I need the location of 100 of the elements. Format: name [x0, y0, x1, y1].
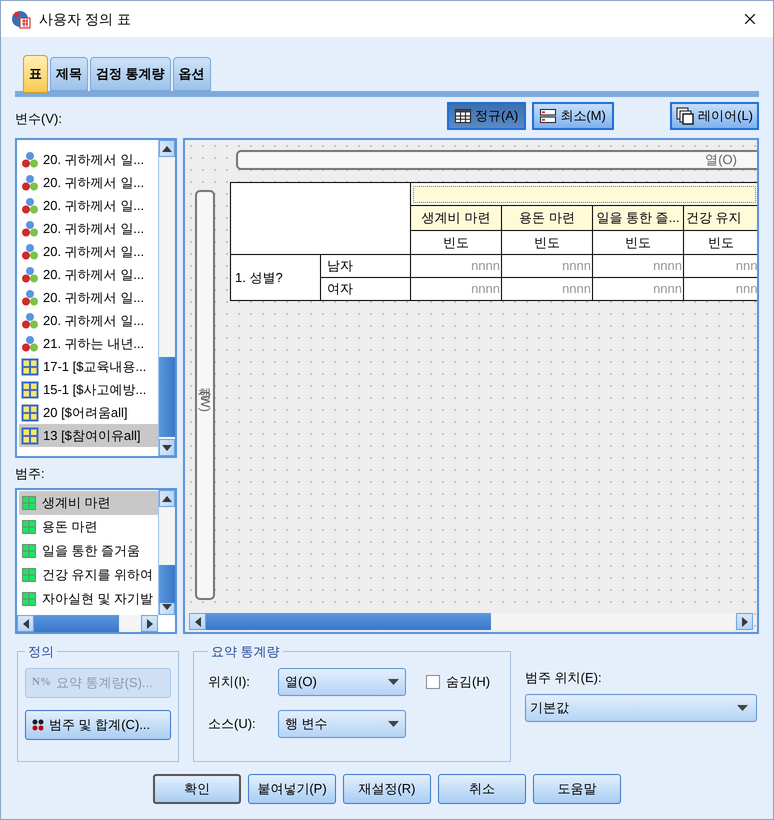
category-item[interactable]: 자아실현 및 자기발 [19, 587, 158, 611]
variable-item[interactable]: 17-1 [$교육내용... [19, 355, 158, 378]
table-cell: nnnn [502, 278, 592, 300]
table-cell: nnnn [410, 254, 502, 278]
tab[interactable]: 표 [23, 55, 48, 93]
variable-item[interactable]: 20 [$어려움all] [19, 401, 158, 424]
category-icon [22, 544, 36, 558]
tab[interactable]: 검정 통계량 [90, 57, 171, 91]
layers-icon [676, 107, 694, 125]
scrollbar[interactable] [158, 140, 175, 456]
nominal-variable-icon [21, 150, 39, 168]
variable-item[interactable]: 20. 귀하께서 일... [19, 148, 158, 171]
table-cell: nnnn [410, 278, 502, 300]
row-drop-zone[interactable]: 행(W) [195, 190, 215, 600]
nominal-variable-icon [21, 334, 39, 352]
group-title: 요약 통계량 [210, 643, 281, 661]
variables-label: 변수(V): [15, 110, 62, 128]
category-item[interactable]: 건강 유지를 위하여 [19, 563, 158, 587]
hide-label: 숨김(H) [446, 672, 490, 691]
app-icon [11, 9, 31, 29]
view-button[interactable]: 최소(M) [532, 102, 614, 130]
scrollbar[interactable] [158, 490, 175, 615]
statistic-header: 빈도 [502, 230, 592, 254]
position-dropdown[interactable]: 열(O) [278, 668, 406, 696]
nominal-variable-icon [21, 242, 39, 260]
right-arrow-icon [742, 616, 748, 626]
variable-item[interactable]: 20. 귀하께서 일... [19, 309, 158, 332]
scroll-thumb[interactable] [206, 613, 491, 630]
statistic-header: 빈도 [592, 230, 684, 254]
group-title: 정의 [27, 643, 55, 661]
window-title: 사용자 정의 표 [39, 10, 132, 28]
dots-icon [32, 718, 44, 730]
tab[interactable]: 제목 [50, 57, 88, 91]
caret-icon [388, 720, 399, 726]
scroll-thumb[interactable] [159, 565, 175, 603]
category-icon [22, 496, 36, 510]
category-item[interactable]: 생계비 마련 [19, 491, 158, 515]
category-position-dropdown[interactable]: 기본값 [525, 694, 757, 722]
table-cell: nnnn [592, 254, 684, 278]
nominal-variable-icon [21, 174, 39, 192]
source-label: 소스(U): [208, 714, 257, 733]
list-icon [540, 109, 556, 123]
hide-checkbox[interactable] [426, 674, 440, 688]
left-arrow-icon [22, 618, 28, 628]
caret-icon [737, 704, 748, 710]
variable-item[interactable]: 20. 귀하께서 일... [19, 286, 158, 309]
nominal-variable-icon [21, 196, 39, 214]
dialog-button[interactable]: 붙여넣기(P) [248, 774, 336, 804]
category-item[interactable]: 일을 통한 즐거움 [19, 539, 158, 563]
definition-button[interactable]: 범주 및 합계(C)... [25, 710, 171, 740]
category-header: 생계비 마련 [410, 206, 502, 230]
down-arrow-icon [162, 444, 172, 450]
column-drop-zone[interactable]: 열(O) [236, 150, 757, 170]
table-cell: nnnn [502, 254, 592, 278]
variable-item[interactable]: 20. 귀하께서 일... [19, 240, 158, 263]
dialog-button[interactable]: 취소 [438, 774, 526, 804]
scroll-thumb[interactable] [34, 615, 119, 632]
category-icon [22, 568, 36, 582]
variable-item[interactable]: 20. 귀하께서 일... [19, 263, 158, 286]
variable-item[interactable]: 20. 귀하께서 일... [19, 171, 158, 194]
dialog-button[interactable]: 재설정(R) [343, 774, 431, 804]
up-arrow-icon [162, 146, 172, 152]
down-arrow-icon [162, 604, 172, 610]
nominal-variable-icon [21, 266, 39, 284]
grid-icon [21, 358, 39, 376]
source-dropdown[interactable]: 행 변수 [278, 710, 406, 738]
category-position-label: 범주 위치(E): [525, 669, 603, 687]
layer-button[interactable]: 레이어(L) [670, 102, 759, 130]
grid-icon [21, 404, 39, 422]
variable-item[interactable]: 13 [$참여이유all] [19, 424, 158, 447]
category-header: 일을 통한 즐... [592, 206, 684, 230]
row-category-cell: 남자 [320, 254, 410, 278]
tab[interactable]: 옵션 [172, 57, 211, 91]
category-item[interactable]: 용돈 마련 [19, 515, 158, 539]
position-label: 위치(I): [208, 672, 251, 691]
variable-item[interactable]: 15-1 [$사고예방... [19, 378, 158, 401]
variable-item[interactable]: 21. 귀하는 내년... [19, 332, 158, 355]
dialog-button[interactable]: 도움말 [533, 774, 621, 804]
view-button[interactable]: 정규(A) [447, 102, 526, 130]
scrollbar[interactable] [17, 615, 158, 632]
nominal-variable-icon [21, 312, 39, 330]
statistics-icon: N% [32, 674, 51, 691]
row-category-cell: 여자 [320, 278, 410, 300]
up-arrow-icon [162, 496, 172, 502]
dialog-button[interactable]: 확인 [153, 774, 241, 804]
statistic-header: 빈도 [410, 230, 502, 254]
scroll-thumb[interactable] [159, 357, 175, 437]
caret-icon [388, 678, 399, 684]
scrollbar[interactable] [189, 613, 753, 630]
table-cell: nnnn [592, 278, 684, 300]
right-arrow-icon [146, 618, 152, 628]
grid-icon [21, 426, 39, 444]
variable-item[interactable]: 20. 귀하께서 일... [19, 217, 158, 240]
row-variable-cell: 1. 성별? [230, 254, 320, 300]
nominal-variable-icon [21, 220, 39, 238]
category-icon [22, 592, 36, 606]
category-header: 용돈 마련 [502, 206, 592, 230]
nominal-variable-icon [21, 288, 39, 306]
grid-icon [21, 380, 39, 398]
variable-item[interactable]: 20. 귀하께서 일... [19, 194, 158, 217]
